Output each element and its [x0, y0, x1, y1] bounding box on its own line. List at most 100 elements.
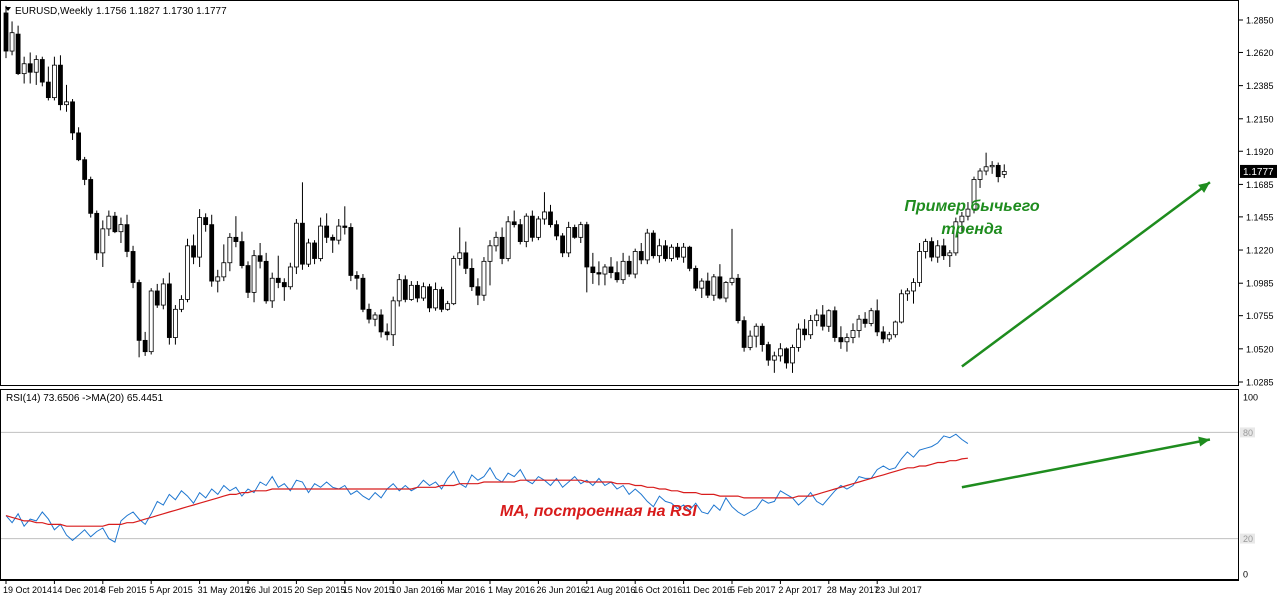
- candle-body: [820, 314, 826, 327]
- candle-body: [21, 63, 27, 75]
- candle-body: [269, 277, 275, 302]
- price-tick-label: 1.1685: [1246, 180, 1274, 190]
- candle-body: [136, 282, 142, 341]
- candle-body: [536, 218, 541, 238]
- rsi-title: RSI(14) 73.6506 ->MA(20) 65.4451: [6, 393, 163, 404]
- candle-body: [663, 245, 668, 259]
- price-tick-label: 1.0755: [1246, 311, 1274, 321]
- candle-body: [614, 272, 620, 281]
- time-axis: 19 Oct 2014 14 Dec 20148 Feb 2015 5 Apr 20…: [3, 580, 922, 595]
- candle-body: [94, 212, 100, 254]
- candle-body: [626, 260, 632, 275]
- candle-body: [197, 217, 203, 258]
- price-tick-label: 1.2385: [1246, 81, 1274, 91]
- price-tick-label: 1.1455: [1246, 212, 1274, 222]
- candle-body: [306, 242, 311, 265]
- candle-body: [179, 299, 184, 310]
- candle-body: [227, 236, 233, 264]
- candle-body: [620, 260, 626, 281]
- candle-body: [578, 224, 584, 238]
- candle-body: [560, 235, 565, 254]
- candle-body: [76, 132, 81, 161]
- candle-body: [251, 255, 257, 293]
- candle-body: [3, 12, 9, 52]
- candle-body: [348, 227, 354, 276]
- time-tick-label: 26 Jun 2016: [536, 585, 586, 595]
- candle-body: [421, 286, 426, 299]
- time-tick-label: 23 Jul 2017: [875, 585, 922, 595]
- candle-body: [632, 251, 638, 275]
- candle-body: [796, 328, 801, 348]
- rsi-trend-arrow: [961, 438, 1211, 489]
- candle-body: [166, 283, 172, 338]
- candle-body: [681, 246, 686, 258]
- candle-body: [711, 276, 717, 296]
- candle-body: [523, 215, 529, 242]
- candle-body: [263, 260, 269, 302]
- candle-body: [408, 284, 414, 300]
- candle-body: [414, 284, 420, 299]
- candle-body: [487, 245, 493, 262]
- current-price-label: 1.1777: [1243, 167, 1274, 178]
- candle-body: [15, 33, 21, 75]
- candle-body: [439, 289, 445, 310]
- candle-body: [52, 64, 57, 99]
- candle-body: [39, 59, 45, 83]
- candle-body: [650, 232, 656, 257]
- candle-body: [687, 246, 693, 269]
- eurusd-chart[interactable]: EURUSD,Weekly 1.1756 1.1827 1.1730 1.177…: [0, 0, 1280, 600]
- candle-body: [58, 64, 63, 106]
- rsi-panel-frame: [0, 389, 1239, 580]
- candle-body: [372, 314, 378, 320]
- candle-body: [657, 245, 662, 257]
- candle-body: [318, 225, 324, 259]
- candle-body: [112, 215, 118, 233]
- price-panel-frame: [0, 0, 1239, 386]
- candle-body: [868, 310, 874, 324]
- ohlc-values: 1.1756 1.1827 1.1730 1.1777: [96, 6, 227, 17]
- candle-body: [778, 348, 783, 357]
- candle-body: [1001, 171, 1007, 175]
- time-tick-label: 5 Feb 2017: [730, 585, 776, 595]
- time-tick-label: 2 Apr 2017: [778, 585, 822, 595]
- candle-body: [499, 236, 505, 259]
- price-tick-label: 1.2850: [1246, 16, 1274, 26]
- rsi-tick-label: 20: [1243, 534, 1253, 544]
- candle-body: [856, 318, 862, 331]
- time-tick-label: 31 May 2015: [198, 585, 250, 595]
- candle-body: [802, 328, 807, 336]
- candle-body: [221, 262, 227, 278]
- candle-body: [705, 280, 711, 296]
- candle-body: [384, 331, 390, 336]
- candle-body: [396, 279, 402, 302]
- candle-body: [644, 232, 650, 261]
- candle-body: [911, 282, 916, 292]
- candle-body: [366, 308, 372, 320]
- candle-body: [675, 246, 680, 258]
- candle-body: [590, 266, 596, 274]
- price-title: EURUSD,Weekly: [15, 6, 93, 17]
- candle-body: [233, 236, 239, 242]
- candle-body: [917, 251, 922, 283]
- rsi-lines-group: [5, 433, 969, 543]
- candle-body: [699, 280, 705, 289]
- candle-body: [880, 331, 886, 340]
- candle-body: [154, 290, 160, 306]
- candle-body: [64, 101, 69, 106]
- candle-body: [118, 224, 124, 233]
- candle-body: [215, 276, 221, 282]
- candle-body: [548, 211, 553, 226]
- time-tick-label: 1 May 2016: [488, 585, 535, 595]
- candle-body: [287, 266, 293, 288]
- candle-body: [245, 265, 251, 293]
- candle-body: [185, 245, 190, 300]
- candle-body: [892, 321, 898, 336]
- candle-body: [983, 166, 989, 172]
- price-tick-label: 1.1220: [1246, 246, 1274, 256]
- candle-body: [148, 290, 154, 353]
- price-tick-label: 1.0520: [1246, 344, 1274, 354]
- candle-body: [759, 325, 765, 346]
- candles-group: [3, 5, 1007, 373]
- ma-rsi-annotation: МА, построенная на RSI: [500, 503, 697, 520]
- candle-body: [747, 335, 753, 348]
